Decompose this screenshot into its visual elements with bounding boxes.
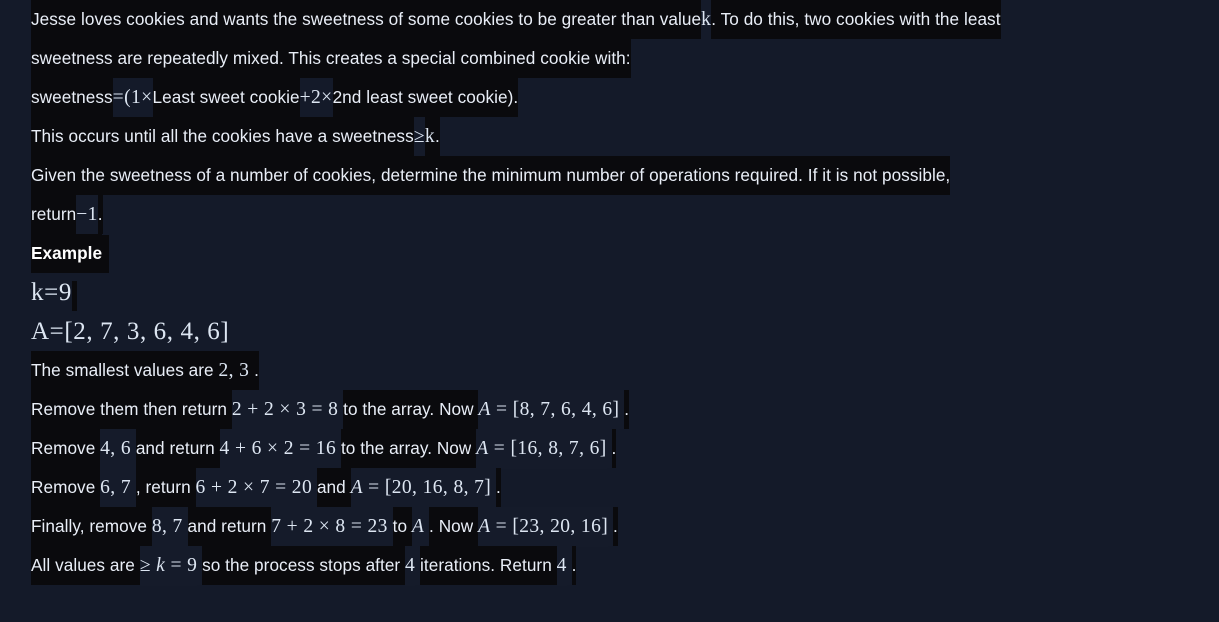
step-3: Remove 6, 7 , return 6 + 2 × 7 = 20 and …	[31, 468, 1219, 508]
step-conclusion-text-2: so the process stops after	[202, 546, 401, 585]
step-2: Remove 4, 6 and return 4 + 6 × 2 = 16 to…	[31, 429, 1219, 469]
formula-line: sweetness=(1×Least sweet cookie+2×2nd le…	[31, 78, 1219, 117]
step-1-text-2: to the array. Now	[343, 390, 474, 429]
formula-times-1-icon: ×	[141, 87, 153, 108]
intro-line-2-text: sweetness are repeatedly mixed. This cre…	[31, 39, 631, 78]
k-assignment-highlight-stub	[71, 280, 77, 311]
step-1-math-3: A = [8, 7, 6, 4, 6]	[478, 390, 620, 430]
step-1-text-4: .	[624, 390, 630, 429]
step-conclusion: All values are ≥ k = 9 so the process st…	[31, 546, 1219, 586]
step-smallest-text-0: The smallest values are	[31, 351, 214, 390]
example-a-assignment: A=[2, 7, 3, 6, 4, 6]	[31, 312, 1219, 351]
step-2-text-6: .	[611, 429, 617, 468]
example-k-assignment: k=9	[31, 273, 1219, 312]
intro-paragraph: Jesse loves cookies and wants the sweetn…	[31, 0, 1219, 78]
step-4-text-6: . Now	[429, 507, 474, 546]
heading-highlight-stub	[102, 235, 110, 274]
step-2-math-1: 4, 6	[100, 429, 131, 469]
condition-line: This occurs until all the cookies have a…	[31, 117, 1219, 157]
example-k-equals: =	[44, 279, 59, 306]
step-4-text-2: and return	[187, 507, 267, 546]
step-2-math-3: 4 + 6 × 2 = 16	[219, 429, 337, 469]
example-walkthrough: The smallest values are 2, 3 . Remove the…	[31, 351, 1219, 586]
step-4-math-7: A = [23, 20, 16]	[478, 507, 609, 547]
example-heading-line: Example	[31, 234, 1219, 274]
formula-equals: =	[112, 87, 125, 108]
example-a-value: [2, 7, 3, 6, 4, 6]	[64, 318, 230, 345]
step-4-text-0: Finally, remove	[31, 507, 148, 546]
run-gap	[551, 546, 557, 585]
condition-ge-icon: ≥	[413, 117, 425, 157]
step-2-text-4: to the array. Now	[340, 429, 472, 468]
task-line-1: Given the sweetness of a number of cooki…	[31, 156, 1219, 195]
step-3-text-6: .	[496, 468, 501, 507]
step-3-text-4: and	[316, 468, 346, 507]
intro-line-1-text-b: . To do this, two cookies with the least	[711, 0, 1001, 39]
formula-open-paren: (	[124, 87, 131, 108]
step-4-math-3: 7 + 2 × 8 = 23	[271, 507, 388, 547]
step-2-math-5: A = [16, 8, 7, 6]	[476, 429, 607, 469]
step-1-math-1: 2 + 2 × 3 = 8	[231, 390, 339, 430]
step-conclusion-math-5: 4	[556, 546, 567, 586]
step-conclusion-text-6: .	[571, 546, 577, 585]
formula-coefficient-two: 2	[311, 87, 322, 108]
step-conclusion-text-4: iterations. Return	[420, 546, 552, 585]
intro-line-2: sweetness are repeatedly mixed. This cre…	[31, 39, 1219, 78]
condition-period: .	[435, 117, 440, 156]
step-smallest-text-2: .	[254, 351, 259, 390]
step-4-text-4: to	[392, 507, 408, 546]
step-1: Remove them then return 2 + 2 × 3 = 8 to…	[31, 390, 1219, 430]
task-line-2-period: .	[97, 195, 103, 234]
formula-term-second-least-sweet: 2nd least sweet cookie).	[332, 78, 519, 117]
problem-statement-document: Jesse loves cookies and wants the sweetn…	[0, 0, 1219, 586]
task-return-value: −1	[76, 195, 98, 235]
step-conclusion-math-1: ≥ k = 9	[139, 546, 198, 586]
step-conclusion-text-0: All values are	[31, 546, 135, 585]
example-section: Example k=9 A=[2, 7, 3, 6, 4, 6]	[31, 234, 1219, 351]
step-conclusion-math-3: 4	[405, 546, 416, 586]
example-k-variable: k	[31, 279, 45, 306]
formula-term-least-sweet: Least sweet cookie	[152, 78, 300, 117]
step-3-text-2: , return	[135, 468, 191, 507]
example-a-equals: =	[49, 318, 65, 345]
step-2-text-0: Remove	[31, 429, 96, 468]
formula-times-2-icon: ×	[321, 87, 333, 108]
sweetness-formula: sweetness=(1×Least sweet cookie+2×2nd le…	[31, 78, 1219, 117]
step-3-math-5: A = [20, 16, 8, 7]	[350, 468, 492, 508]
run-gap	[134, 546, 140, 585]
stop-condition: This occurs until all the cookies have a…	[31, 117, 1219, 157]
task-line-1-text: Given the sweetness of a number of cooki…	[31, 156, 951, 195]
intro-line-1-text-a: Jesse loves cookies and wants the sweetn…	[31, 0, 702, 39]
example-a-variable: A	[31, 318, 50, 345]
step-4-math-5: A	[411, 507, 425, 547]
step-smallest-math-1: 2, 3	[218, 351, 250, 391]
run-gap	[214, 429, 220, 468]
example-heading: Example	[31, 234, 103, 273]
step-3-text-0: Remove	[31, 468, 96, 507]
step-4-math-1: 8, 7	[151, 507, 183, 547]
step-1-text-0: Remove them then return	[31, 390, 228, 429]
formula-label: sweetness	[31, 78, 113, 117]
example-k-value: 9	[58, 279, 72, 306]
step-4: Finally, remove 8, 7 and return 7 + 2 × …	[31, 507, 1219, 547]
run-gap	[190, 468, 196, 507]
intro-variable-k: k	[701, 0, 712, 40]
task-paragraph: Given the sweetness of a number of cooki…	[31, 156, 1219, 235]
run-gap	[182, 507, 188, 546]
run-gap	[606, 429, 612, 468]
formula-plus-icon: +	[299, 87, 312, 108]
task-line-2: return−1.	[31, 195, 1219, 235]
intro-line-1: Jesse loves cookies and wants the sweetn…	[31, 0, 1219, 40]
condition-variable-k: k	[424, 117, 435, 157]
step-4-text-8: .	[612, 507, 618, 546]
condition-text: This occurs until all the cookies have a…	[31, 117, 414, 156]
step-2-text-2: and return	[135, 429, 215, 468]
step-smallest: The smallest values are 2, 3 .	[31, 351, 1219, 391]
formula-coefficient-one: 1	[130, 87, 142, 108]
task-return-label: return	[31, 195, 77, 234]
step-3-math-1: 6, 7	[100, 468, 131, 508]
run-gap	[387, 507, 393, 546]
run-gap	[566, 546, 572, 585]
step-3-math-3: 6 + 2 × 7 = 20	[195, 468, 313, 508]
